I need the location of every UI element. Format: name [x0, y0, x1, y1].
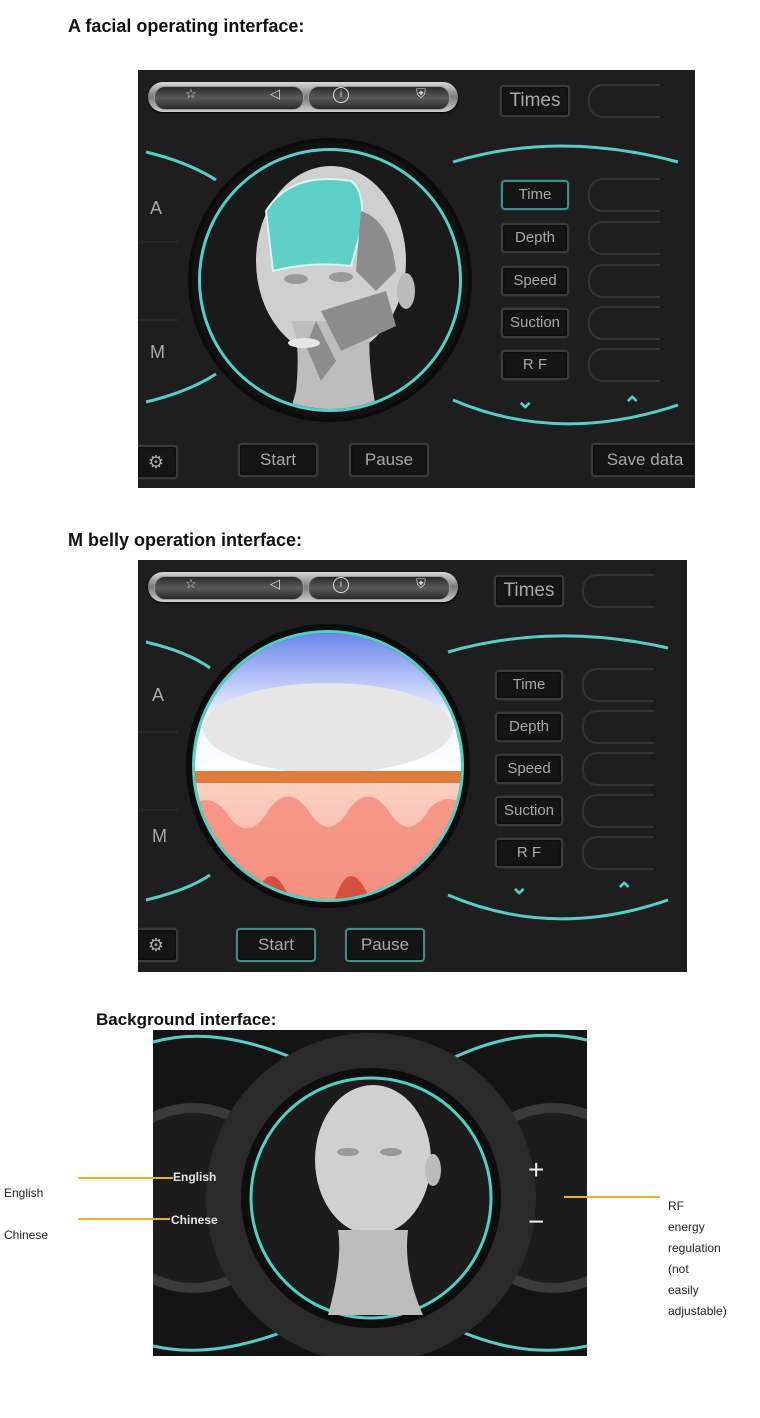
- param-time-button[interactable]: Time: [501, 180, 569, 210]
- mode-m-button[interactable]: M: [150, 342, 165, 363]
- annotation-rf-line: adjustable): [668, 1304, 727, 1318]
- gear-icon[interactable]: ⚙: [138, 445, 178, 479]
- suction-value: [582, 794, 654, 828]
- background-panel: English Chinese + −: [153, 1030, 587, 1356]
- param-rf-button[interactable]: R F: [501, 350, 569, 380]
- mode-a-button[interactable]: A: [150, 198, 162, 219]
- depth-value: [582, 710, 654, 744]
- save-data-button[interactable]: Save data: [591, 443, 695, 477]
- annotation-line-english: [78, 1177, 173, 1179]
- gear-icon[interactable]: ⚙: [138, 928, 178, 962]
- time-value: [588, 178, 660, 212]
- facial-panel: ☆ ◁ i ⛨ Times A M Time Depth Speed Sucti…: [138, 70, 695, 488]
- rf-minus-button[interactable]: −: [528, 1206, 544, 1238]
- face-zones-image[interactable]: [201, 151, 459, 409]
- speed-value: [588, 264, 660, 298]
- chevron-down-icon[interactable]: ⌄: [516, 388, 534, 414]
- decor-rings: [153, 1033, 587, 1356]
- section-title-belly: M belly operation interface:: [68, 530, 303, 550]
- annotation-english: English: [4, 1186, 44, 1200]
- chevron-up-icon[interactable]: ⌃: [623, 392, 641, 418]
- suction-value: [588, 306, 660, 340]
- section-title-background: Background interface:: [96, 1010, 277, 1029]
- depth-value: [588, 221, 660, 255]
- rf-value: [582, 836, 654, 870]
- speed-value: [582, 752, 654, 786]
- param-speed-button[interactable]: Speed: [501, 266, 569, 296]
- mode-a-button[interactable]: A: [152, 685, 164, 706]
- belly-panel: ☆ ◁ i ⛨ Times A M Time Depth Speed Sucti…: [138, 560, 687, 972]
- param-depth-button[interactable]: Depth: [495, 712, 563, 742]
- param-suction-button[interactable]: Suction: [501, 308, 569, 338]
- pause-button[interactable]: Pause: [345, 928, 425, 962]
- annotation-rf-line: RF energy: [668, 1199, 705, 1234]
- param-suction-button[interactable]: Suction: [495, 796, 563, 826]
- rf-value: [588, 348, 660, 382]
- section-title-facial: A facial operating interface:: [68, 16, 305, 36]
- annotation-line-chinese: [78, 1218, 170, 1220]
- annotation-rf-line: regulation: [668, 1241, 721, 1255]
- time-value: [582, 668, 654, 702]
- english-option[interactable]: English: [173, 1170, 216, 1184]
- mode-m-button[interactable]: M: [152, 826, 167, 847]
- annotation-line-rf: [564, 1196, 660, 1198]
- annotation-rf-line: (not easily: [668, 1262, 699, 1297]
- display-circle: [188, 138, 472, 422]
- param-depth-button[interactable]: Depth: [501, 223, 569, 253]
- chinese-option[interactable]: Chinese: [171, 1213, 218, 1227]
- annotation-chinese: Chinese: [4, 1228, 49, 1242]
- head-model: [315, 1085, 431, 1235]
- annotation-rf: RF energy regulation (not easily adjusta…: [668, 1196, 754, 1322]
- start-button[interactable]: Start: [238, 443, 318, 477]
- start-button[interactable]: Start: [236, 928, 316, 962]
- skin-layers-image[interactable]: [195, 633, 461, 899]
- param-rf-button[interactable]: R F: [495, 838, 563, 868]
- chevron-up-icon[interactable]: ⌃: [615, 878, 633, 904]
- rf-plus-button[interactable]: +: [528, 1154, 544, 1186]
- param-time-button[interactable]: Time: [495, 670, 563, 700]
- display-circle: [186, 624, 470, 908]
- pause-button[interactable]: Pause: [349, 443, 429, 477]
- param-speed-button[interactable]: Speed: [495, 754, 563, 784]
- chevron-down-icon[interactable]: ⌄: [510, 874, 528, 900]
